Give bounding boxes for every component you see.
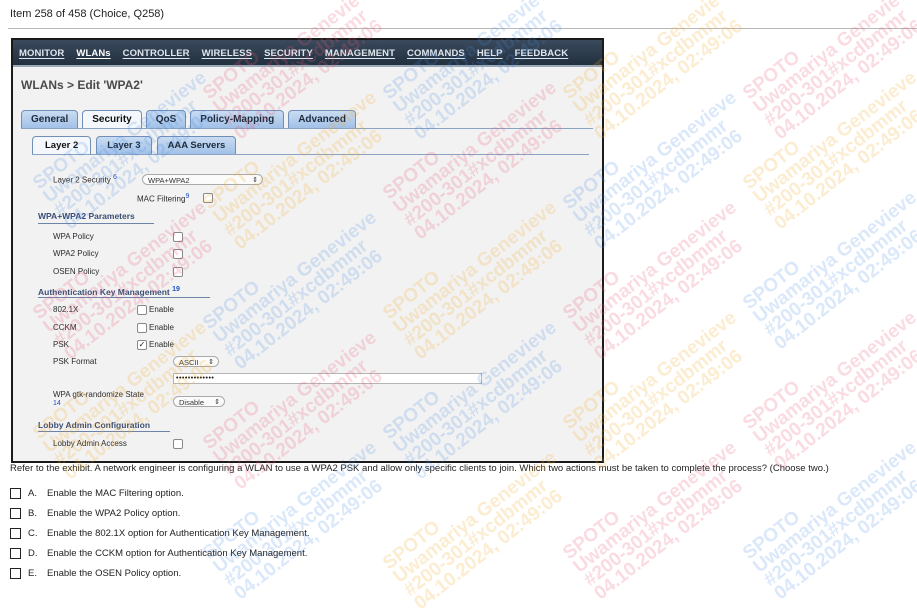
mac-filtering-label: MAC Filtering9 xyxy=(137,193,190,204)
option-letter: D. xyxy=(28,548,38,559)
section-underline xyxy=(38,431,170,432)
option-c[interactable]: C. Enable the 802.1X option for Authenti… xyxy=(10,528,310,539)
akm-8021x-checkbox[interactable] xyxy=(137,305,147,315)
question-text: Refer to the exhibit. A network engineer… xyxy=(10,463,829,474)
layer2-security-label: Layer 2 Security 6 xyxy=(53,174,117,185)
option-a-checkbox[interactable] xyxy=(10,488,21,499)
exhibit-screenshot: MONITOR WLANs CONTROLLER WIRELESS SECURI… xyxy=(11,38,604,463)
subtab-layer3[interactable]: Layer 3 xyxy=(96,136,152,155)
option-letter: A. xyxy=(28,488,37,499)
wpa-policy-checkbox[interactable] xyxy=(173,232,183,242)
wpa-policy-label: WPA Policy xyxy=(53,232,94,241)
nav-controller[interactable]: CONTROLLER xyxy=(123,48,190,65)
wpa2-policy-checkbox[interactable] xyxy=(173,249,183,259)
akm-8021x-enable-label: Enable xyxy=(149,305,174,314)
section-underline xyxy=(38,223,154,224)
psk-password-input[interactable]: ••••••••••••• xyxy=(173,373,482,384)
tab-advanced[interactable]: Advanced xyxy=(288,110,356,129)
subtab-aaa-servers[interactable]: AAA Servers xyxy=(156,136,237,155)
nav-wlans[interactable]: WLANs xyxy=(76,48,110,65)
option-b[interactable]: B. Enable the WPA2 Policy option. xyxy=(10,508,180,519)
psk-format-label: PSK Format xyxy=(53,357,97,366)
lobby-admin-access-label: Lobby Admin Access xyxy=(53,439,127,448)
chevron-updown-icon: ⇕ xyxy=(214,399,220,406)
osen-policy-label: OSEN Policy xyxy=(53,267,100,276)
nav-feedback[interactable]: FEEDBACK xyxy=(515,48,569,65)
option-d[interactable]: D. Enable the CCKM option for Authentica… xyxy=(10,548,307,559)
gtk-randomize-label: WPA gtk-randomize State 14 xyxy=(53,390,144,407)
option-letter: B. xyxy=(28,508,37,519)
osen-policy-checkbox[interactable] xyxy=(173,267,183,277)
nav-monitor[interactable]: MONITOR xyxy=(19,48,64,65)
lobby-admin-heading: Lobby Admin Configuration xyxy=(38,420,151,430)
option-e-checkbox[interactable] xyxy=(10,568,21,579)
watermark-text: SPOTOUwamariya Genevieve#200-301#xcdbmmr… xyxy=(739,0,917,145)
gtk-randomize-select[interactable]: Disable ⇕ xyxy=(173,396,225,407)
option-text: Enable the MAC Filtering option. xyxy=(47,488,184,499)
option-text: Enable the OSEN Policy option. xyxy=(47,568,182,579)
option-d-checkbox[interactable] xyxy=(10,548,21,559)
page-title: WLANs > Edit 'WPA2' xyxy=(21,78,143,92)
subtab-divider xyxy=(32,154,589,155)
mac-filtering-checkbox[interactable] xyxy=(203,193,213,203)
nav-commands[interactable]: COMMANDS xyxy=(407,48,465,65)
item-header: Item 258 of 458 (Choice, Q258) xyxy=(10,8,165,20)
tab-policy-mapping[interactable]: Policy-Mapping xyxy=(190,110,285,129)
psk-format-select[interactable]: ASCII ⇕ xyxy=(173,356,219,367)
top-navigation: MONITOR WLANs CONTROLLER WIRELESS SECURI… xyxy=(13,40,602,67)
akm-cckm-label: CCKM xyxy=(53,323,77,332)
tab-general[interactable]: General xyxy=(21,110,79,129)
tab-security[interactable]: Security xyxy=(82,110,142,129)
tab-divider xyxy=(21,128,593,129)
watermark-text: SPOTOUwamariya Genevieve#200-301#xcdbmmr… xyxy=(739,67,917,235)
option-e[interactable]: E. Enable the OSEN Policy option. xyxy=(10,568,181,579)
option-text: Enable the CCKM option for Authenticatio… xyxy=(47,548,308,559)
option-b-checkbox[interactable] xyxy=(10,508,21,519)
option-text: Enable the WPA2 Policy option. xyxy=(47,508,181,519)
chevron-updown-icon: ⇕ xyxy=(208,359,214,366)
nav-management[interactable]: MANAGEMENT xyxy=(325,48,395,65)
akm-8021x-label: 802.1X xyxy=(53,305,79,314)
option-text: Enable the 802.1X option for Authenticat… xyxy=(47,528,310,539)
lobby-admin-access-checkbox[interactable] xyxy=(173,439,183,449)
wpa-parameters-heading: WPA+WPA2 Parameters xyxy=(38,211,135,221)
option-c-checkbox[interactable] xyxy=(10,528,21,539)
option-a[interactable]: A. Enable the MAC Filtering option. xyxy=(10,488,184,499)
layer2-security-select[interactable]: WPA+WPA2 ⇕ xyxy=(142,174,263,185)
akm-cckm-checkbox[interactable] xyxy=(137,323,147,333)
wpa2-policy-label: WPA2 Policy xyxy=(53,249,99,258)
option-letter: C. xyxy=(28,528,38,539)
chevron-updown-icon: ⇕ xyxy=(252,177,258,184)
nav-help[interactable]: HELP xyxy=(477,48,503,65)
akm-psk-label: PSK xyxy=(53,340,70,349)
watermark-text: SPOTOUwamariya Genevieve#200-301#xcdbmmr… xyxy=(739,437,917,605)
akm-cckm-enable-label: Enable xyxy=(149,323,174,332)
section-underline xyxy=(38,297,210,298)
akm-psk-checkbox[interactable]: ✓ xyxy=(137,340,147,350)
tab-qos[interactable]: QoS xyxy=(145,110,187,129)
main-tabs: General Security QoS Policy-Mapping Adva… xyxy=(21,110,360,129)
akm-psk-enable-label: Enable xyxy=(149,340,174,349)
watermark-text: SPOTOUwamariya Genevieve#200-301#xcdbmmr… xyxy=(739,307,917,475)
subtab-layer2[interactable]: Layer 2 xyxy=(32,136,92,155)
nav-wireless[interactable]: WIRELESS xyxy=(202,48,252,65)
header-divider xyxy=(8,28,917,29)
watermark-text: SPOTOUwamariya Genevieve#200-301#xcdbmmr… xyxy=(739,187,917,355)
option-letter: E. xyxy=(28,568,37,579)
nav-security[interactable]: SECURITY xyxy=(264,48,313,65)
akm-heading: Authentication Key Management 19 xyxy=(38,286,180,297)
sub-tabs: Layer 2 Layer 3 AAA Servers xyxy=(32,136,241,155)
